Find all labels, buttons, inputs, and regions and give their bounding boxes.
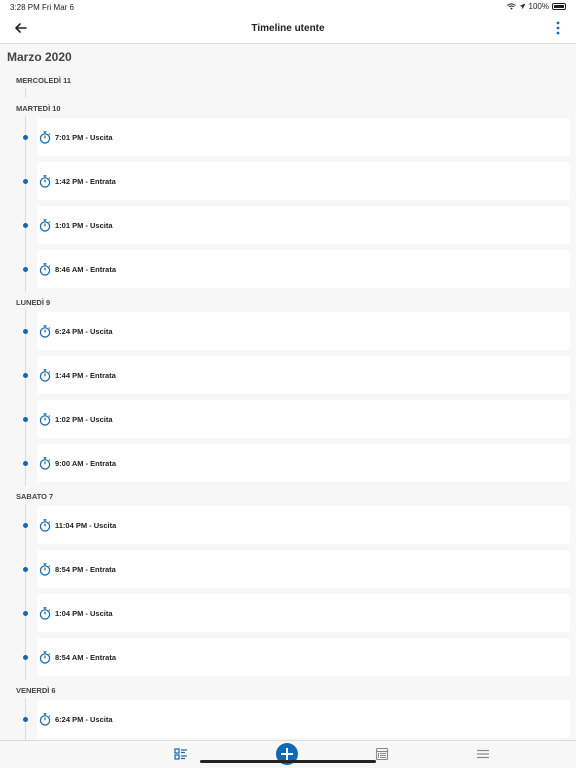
calendar-grid-icon[interactable] (375, 747, 389, 761)
entry-card[interactable]: 1:04 PM - Uscita (37, 594, 570, 632)
entry-card[interactable]: 1:02 PM - Uscita (37, 400, 570, 438)
day-group: 6:24 PM - Uscita (0, 698, 576, 740)
stopwatch-icon (39, 218, 51, 232)
timeline-entry[interactable]: 7:01 PM - Uscita (0, 116, 576, 160)
entry-card[interactable]: 11:04 PM - Uscita (37, 506, 570, 544)
tab-bar (0, 740, 576, 768)
entry-card[interactable]: 6:24 PM - Uscita (37, 312, 570, 350)
entry-label: 1:44 PM - Entrata (55, 370, 116, 380)
stopwatch-icon (39, 368, 51, 382)
timeline-dot (23, 135, 28, 140)
status-date: Fri Mar 6 (42, 3, 74, 12)
entry-label: 6:24 PM - Uscita (55, 714, 113, 724)
page-title: Timeline utente (251, 23, 325, 34)
entry-label: 1:42 PM - Entrata (55, 176, 116, 186)
location-icon (519, 3, 526, 10)
entry-label: 8:46 AM - Entrata (55, 264, 116, 274)
stopwatch-icon (39, 174, 51, 188)
timeline-dot (23, 329, 28, 334)
entry-card[interactable]: 8:46 AM - Entrata (37, 250, 570, 288)
timeline-dot (23, 461, 28, 466)
battery-percent: 100% (528, 2, 549, 11)
timeline-list: MERCOLEDÌ 11 MARTEDÌ 10 7:01 PM - Uscita 1:… (0, 72, 576, 740)
day-header: VENERDÌ 6 (16, 685, 56, 695)
day-group: 11:04 PM - Uscita 8:54 PM - Entrata 1:04 P… (0, 504, 576, 680)
entry-card[interactable]: 1:44 PM - Entrata (37, 356, 570, 394)
timeline-entry[interactable]: 6:24 PM - Uscita (0, 310, 576, 354)
entry-card[interactable]: 9:00 AM - Entrata (37, 444, 570, 482)
timeline-entry[interactable]: 11:04 PM - Uscita (0, 504, 576, 548)
timeline-entry[interactable]: 1:01 PM - Uscita (0, 204, 576, 248)
timeline-dot (23, 717, 28, 722)
timeline-entry[interactable]: 8:54 PM - Entrata (0, 548, 576, 592)
entry-label: 1:01 PM - Uscita (55, 220, 113, 230)
stopwatch-icon (39, 562, 51, 576)
status-bar: 3:28 PM Fri Mar 6 100% (0, 0, 576, 14)
stopwatch-icon (39, 650, 51, 664)
timeline-entry[interactable]: 8:54 AM - Entrata (0, 636, 576, 680)
entry-label: 6:24 PM - Uscita (55, 326, 113, 336)
timeline-entry[interactable]: 1:04 PM - Uscita (0, 592, 576, 636)
entry-card[interactable]: 8:54 AM - Entrata (37, 638, 570, 676)
home-indicator (200, 760, 376, 763)
menu-icon[interactable] (476, 747, 490, 761)
timeline-dot (23, 417, 28, 422)
entry-label: 8:54 AM - Entrata (55, 652, 116, 662)
timeline-dot (23, 523, 28, 528)
timeline-dot (23, 223, 28, 228)
day-header: SABATO 7 (16, 491, 54, 501)
timeline-dot (23, 567, 28, 572)
entry-label: 11:04 PM - Uscita (55, 520, 117, 530)
entry-card[interactable]: 8:54 PM - Entrata (37, 550, 570, 588)
day-group: 7:01 PM - Uscita 1:42 PM - Entrata 1:01 PM… (0, 116, 576, 292)
day-header: LUNEDÌ 9 (16, 297, 51, 307)
list-icon[interactable] (174, 747, 188, 761)
stopwatch-icon (39, 456, 51, 470)
entry-label: 8:54 PM - Entrata (55, 564, 116, 574)
entry-label: 1:02 PM - Uscita (55, 414, 113, 424)
timeline-dot (23, 655, 28, 660)
timeline-dot (23, 373, 28, 378)
more-vertical-icon[interactable] (554, 19, 562, 37)
entry-card[interactable]: 1:42 PM - Entrata (37, 162, 570, 200)
nav-bar: Timeline utente (0, 14, 576, 44)
timeline-entry[interactable]: 1:42 PM - Entrata (0, 160, 576, 204)
stopwatch-icon (39, 324, 51, 338)
entry-card[interactable]: 6:24 PM - Uscita (37, 700, 570, 738)
day-group (0, 88, 576, 98)
timeline-dot (23, 179, 28, 184)
timeline-dot (23, 611, 28, 616)
timeline-dot (23, 267, 28, 272)
entry-card[interactable]: 7:01 PM - Uscita (37, 118, 570, 156)
timeline-entry[interactable]: 1:02 PM - Uscita (0, 398, 576, 442)
entry-card[interactable]: 1:01 PM - Uscita (37, 206, 570, 244)
wifi-icon (506, 3, 516, 10)
stopwatch-icon (39, 130, 51, 144)
stopwatch-icon (39, 606, 51, 620)
status-time: 3:28 PM (10, 3, 40, 12)
timeline-entry[interactable]: 8:46 AM - Entrata (0, 248, 576, 292)
entry-label: 1:04 PM - Uscita (55, 608, 113, 618)
timeline-entry[interactable]: 1:44 PM - Entrata (0, 354, 576, 398)
day-header: MERCOLEDÌ 11 (16, 75, 72, 85)
month-title: Marzo 2020 (7, 50, 72, 64)
stopwatch-icon (39, 518, 51, 532)
entry-label: 7:01 PM - Uscita (55, 132, 113, 142)
stopwatch-icon (39, 712, 51, 726)
timeline-entry[interactable]: 6:24 PM - Uscita (0, 698, 576, 740)
timeline-entry[interactable]: 9:00 AM - Entrata (0, 442, 576, 486)
stopwatch-icon (39, 412, 51, 426)
day-group: 6:24 PM - Uscita 1:44 PM - Entrata 1:02 PM… (0, 310, 576, 486)
battery-icon (552, 3, 566, 10)
timeline-line (25, 88, 26, 98)
day-header: MARTEDÌ 10 (16, 103, 61, 113)
stopwatch-icon (39, 262, 51, 276)
timeline-content[interactable]: Marzo 2020 MERCOLEDÌ 11 MARTEDÌ 10 7:01 PM… (0, 44, 576, 740)
status-right: 100% (506, 2, 566, 11)
entry-label: 9:00 AM - Entrata (55, 458, 116, 468)
